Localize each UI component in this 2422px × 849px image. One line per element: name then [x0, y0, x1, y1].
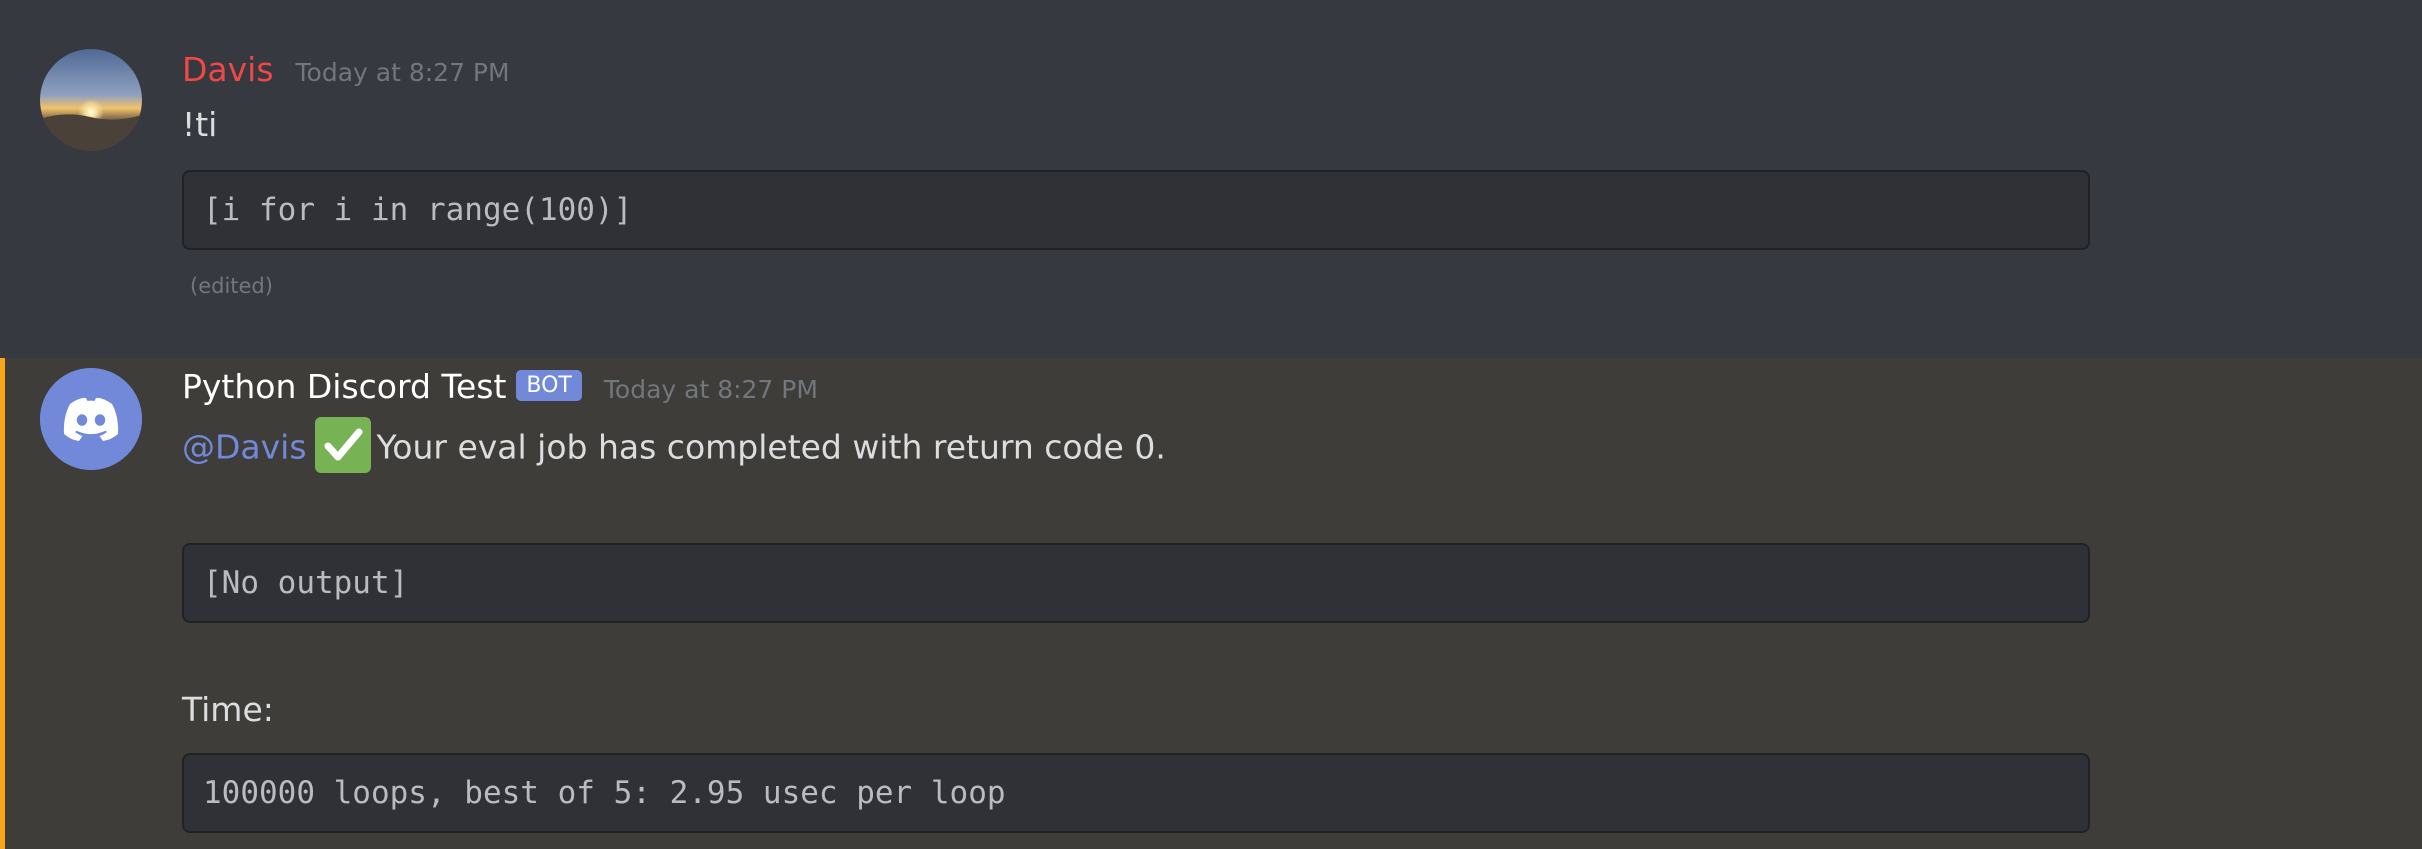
mention-highlight-bar — [0, 358, 5, 849]
message-header: Davis Today at 8:27 PM — [182, 50, 510, 89]
result-text: Your eval job has completed with return … — [376, 427, 1166, 467]
message-header: Python Discord Test BOT Today at 8:27 PM — [182, 367, 818, 407]
message-davis: Davis Today at 8:27 PM !ti [i for i in r… — [0, 0, 2422, 358]
time-code-block: 100000 loops, best of 5: 2.95 usec per l… — [182, 753, 2090, 833]
message-text: !ti — [182, 105, 218, 144]
edited-label: (edited) — [190, 274, 273, 298]
username[interactable]: Davis — [182, 50, 274, 89]
avatar[interactable] — [40, 49, 142, 151]
message-text: @Davis Your eval job has completed with r… — [182, 417, 1166, 477]
code-block: [i for i in range(100)] — [182, 170, 2090, 250]
discord-logo-icon — [40, 368, 142, 470]
time-label: Time: — [182, 690, 274, 729]
user-mention[interactable]: @Davis — [182, 428, 307, 467]
username[interactable]: Python Discord Test — [182, 367, 506, 406]
bot-badge: BOT — [516, 370, 582, 401]
discord-logo-avatar[interactable] — [40, 368, 142, 470]
timestamp: Today at 8:27 PM — [603, 375, 818, 404]
white-check-mark-icon — [314, 417, 371, 473]
output-code-block: [No output] — [182, 543, 2090, 623]
timestamp: Today at 8:27 PM — [295, 58, 510, 87]
